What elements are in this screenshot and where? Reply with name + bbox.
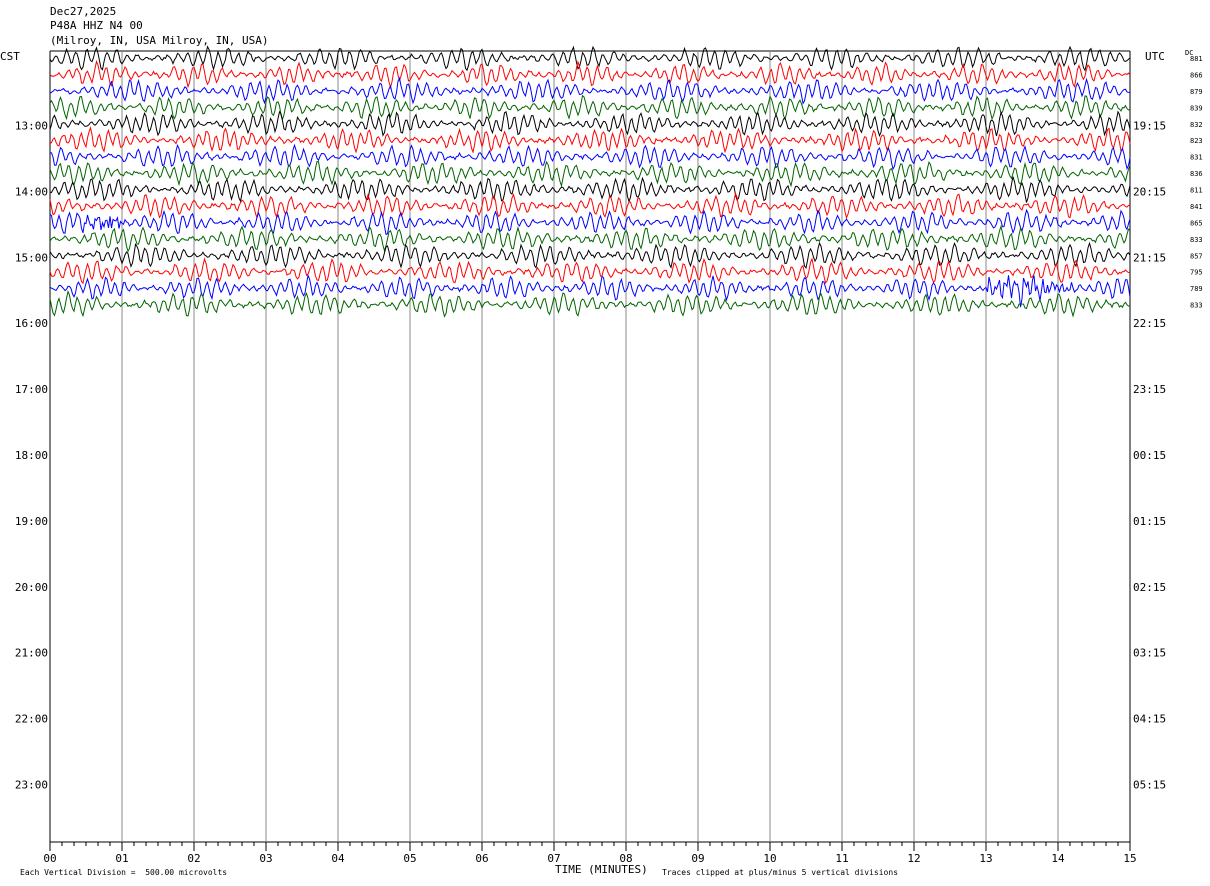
right-hour-label: 03:15 xyxy=(1133,647,1166,660)
right-hour-label: 21:15 xyxy=(1133,251,1166,264)
left-hour-label: 23:00 xyxy=(15,779,48,792)
dc-offset-label: 881 xyxy=(1190,55,1203,63)
x-tick-label: 04 xyxy=(331,852,345,865)
x-axis-title: TIME (MINUTES) xyxy=(555,863,648,876)
dc-offset-label: 811 xyxy=(1190,187,1203,195)
seismic-trace xyxy=(49,224,1131,253)
left-hour-label: 16:00 xyxy=(15,317,48,330)
dc-offset-label: 865 xyxy=(1190,219,1203,227)
x-tick-label: 11 xyxy=(835,852,848,865)
left-hour-label: 14:00 xyxy=(15,185,48,198)
dc-offset-label: 789 xyxy=(1190,285,1203,293)
x-tick-label: 14 xyxy=(1051,852,1065,865)
x-tick-label: 01 xyxy=(115,852,128,865)
dc-offset-label: 857 xyxy=(1190,252,1203,260)
dc-offset-label: 823 xyxy=(1190,137,1203,145)
clipping-note: Traces clipped at plus/minus 5 vertical … xyxy=(662,868,899,877)
seismic-trace xyxy=(49,289,1131,318)
left-hour-label: 19:00 xyxy=(15,515,48,528)
right-hour-label: 05:15 xyxy=(1133,779,1166,792)
right-hour-label: 23:15 xyxy=(1133,383,1166,396)
dc-offset-label: 833 xyxy=(1190,236,1203,244)
x-tick-label: 13 xyxy=(979,852,992,865)
dc-offset-label: 795 xyxy=(1190,269,1203,277)
vertical-division-note: Each Vertical Division = 500.00 microvol… xyxy=(20,868,228,877)
seismic-trace xyxy=(49,76,1131,105)
left-hour-label: 15:00 xyxy=(15,251,48,264)
seismic-trace xyxy=(49,94,1131,121)
right-hour-label: 20:15 xyxy=(1133,185,1166,198)
left-hour-label: 18:00 xyxy=(15,449,48,462)
x-tick-label: 06 xyxy=(475,852,488,865)
dc-offset-label: 841 xyxy=(1190,203,1203,211)
x-tick-label: 02 xyxy=(187,852,200,865)
right-hour-label: 02:15 xyxy=(1133,581,1166,594)
dc-offset-label: 836 xyxy=(1190,170,1203,178)
seismic-trace xyxy=(49,125,1131,154)
x-tick-label: 05 xyxy=(403,852,416,865)
x-tick-label: 03 xyxy=(259,852,272,865)
helicorder-plot: 00 01 02 03 04 05 06 07 08 09 10 11 12 13 14 1513:00 19:… xyxy=(15,45,1203,865)
right-hour-label: 00:15 xyxy=(1133,449,1166,462)
right-hour-label: 19:15 xyxy=(1133,120,1166,133)
right-hour-label: 22:15 xyxy=(1133,317,1166,330)
x-tick-label: 12 xyxy=(907,852,920,865)
dc-offset-label: 839 xyxy=(1190,104,1203,112)
dc-offset-label: 833 xyxy=(1190,302,1203,310)
x-tick-label: 00 xyxy=(43,852,56,865)
dc-offset-label: 866 xyxy=(1190,71,1203,79)
seismic-trace xyxy=(49,208,1131,236)
seismic-trace xyxy=(49,45,1131,72)
x-tick-label: 10 xyxy=(763,852,776,865)
left-hour-label: 22:00 xyxy=(15,713,48,726)
seismic-trace xyxy=(49,257,1131,285)
x-tick-label: 09 xyxy=(691,852,704,865)
right-hour-label: 04:15 xyxy=(1133,713,1166,726)
left-hour-label: 21:00 xyxy=(15,647,48,660)
left-hour-label: 20:00 xyxy=(15,581,48,594)
x-tick-label: 15 xyxy=(1123,852,1136,865)
dc-offset-label: 831 xyxy=(1190,154,1203,162)
left-hour-label: 17:00 xyxy=(15,383,48,396)
seismic-trace xyxy=(49,160,1131,188)
dc-offset-label: 879 xyxy=(1190,88,1203,96)
left-hour-label: 13:00 xyxy=(15,120,48,133)
seismic-trace xyxy=(49,110,1131,138)
right-hour-label: 01:15 xyxy=(1133,515,1166,528)
dc-offset-label: 832 xyxy=(1190,121,1203,129)
